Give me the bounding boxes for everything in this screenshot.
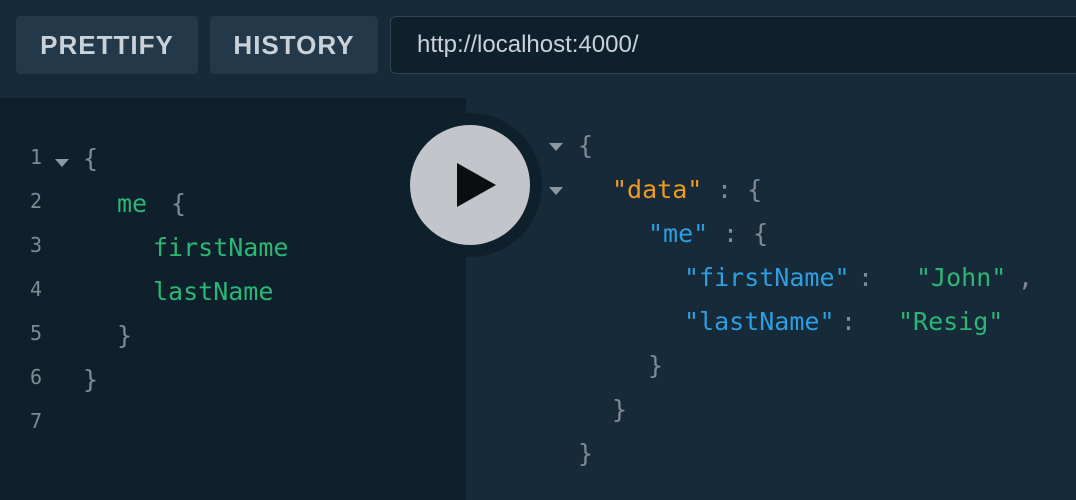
- history-button[interactable]: HISTORY: [210, 16, 378, 74]
- result-comma: ,: [1018, 263, 1034, 292]
- query-field-me: me: [117, 189, 148, 218]
- result-value-lastname: "Resig": [898, 307, 1004, 336]
- query-me-brace: {: [171, 189, 187, 218]
- prettify-button[interactable]: PRETTIFY: [16, 16, 198, 74]
- result-me-brace: : {: [723, 219, 769, 248]
- line-number: 6: [30, 365, 43, 389]
- endpoint-url-text: http://localhost:4000/: [417, 31, 639, 58]
- query-field-firstname: firstName: [153, 233, 289, 262]
- result-value-firstname: "John": [916, 263, 1007, 292]
- line-number: 3: [30, 233, 43, 257]
- result-colon: :: [841, 307, 872, 336]
- results-viewer: { "data" : { "me" : { "firstName" : "Joh…: [466, 98, 1076, 500]
- line-number: 1: [30, 145, 43, 169]
- result-close-data-brace: }: [612, 395, 628, 424]
- result-data-brace: : {: [717, 175, 763, 204]
- fold-arrow-icon[interactable]: [55, 159, 69, 167]
- line-number: 4: [30, 277, 43, 301]
- query-inner-close-brace: }: [117, 321, 133, 350]
- result-key-data: "data": [612, 175, 703, 204]
- result-colon: :: [858, 263, 889, 292]
- line-number: 2: [30, 189, 43, 213]
- result-close-me-brace: }: [648, 351, 664, 380]
- fold-arrow-icon[interactable]: [549, 187, 563, 195]
- result-open-brace: {: [578, 131, 594, 160]
- result-close-root-brace: }: [578, 439, 594, 468]
- query-editor[interactable]: 1 2 3 4 5 6 7 { me { firstName lastName …: [0, 98, 466, 500]
- result-key-firstname: "firstName": [684, 263, 850, 292]
- fold-arrow-icon[interactable]: [549, 143, 563, 151]
- play-icon: [457, 163, 496, 207]
- run-query-button[interactable]: [410, 125, 530, 245]
- toolbar: PRETTIFY HISTORY http://localhost:4000/: [0, 0, 1076, 90]
- endpoint-url-input[interactable]: http://localhost:4000/: [390, 16, 1076, 74]
- query-open-brace: {: [83, 144, 99, 173]
- query-field-lastname: lastName: [153, 277, 274, 306]
- line-number: 5: [30, 321, 43, 345]
- line-number: 7: [30, 409, 43, 433]
- result-key-me: "me": [648, 219, 709, 248]
- query-outer-close-brace: }: [83, 365, 99, 394]
- result-key-lastname: "lastName": [684, 307, 835, 336]
